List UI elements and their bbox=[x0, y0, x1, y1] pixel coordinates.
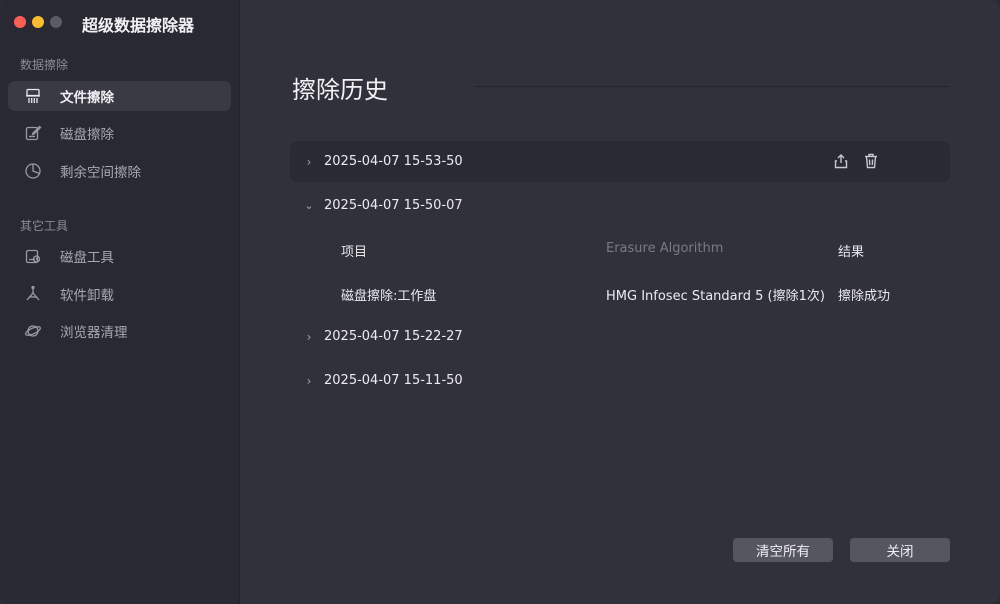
column-header-algorithm: Erasure Algorithm bbox=[606, 241, 724, 256]
row-actions bbox=[832, 152, 880, 174]
sidebar-item-disk-erase[interactable]: 磁盘擦除 bbox=[8, 118, 231, 148]
section-label-data-erase: 数据擦除 bbox=[20, 58, 69, 72]
app-title: 超级数据擦除器 bbox=[82, 16, 195, 35]
close-window-button[interactable] bbox=[14, 16, 26, 28]
detail-item-cell: 磁盘擦除:工作盘 bbox=[341, 289, 437, 304]
history-date: 2025-04-07 15-50-07 bbox=[324, 198, 463, 213]
detail-result-cell: 擦除成功 bbox=[838, 289, 891, 304]
disk-tool-icon bbox=[23, 246, 43, 266]
chevron-right-icon[interactable]: › bbox=[304, 374, 314, 388]
sidebar-item-file-erase[interactable]: 文件擦除 bbox=[8, 81, 231, 111]
column-header-item: 项目 bbox=[341, 245, 368, 260]
chevron-down-icon[interactable]: ⌄ bbox=[304, 199, 314, 212]
shredder-icon bbox=[23, 86, 43, 106]
chevron-right-icon[interactable]: › bbox=[304, 330, 314, 344]
section-label-other-tools: 其它工具 bbox=[20, 219, 69, 233]
sidebar-item-disk-tools[interactable]: 磁盘工具 bbox=[8, 241, 231, 271]
history-date: 2025-04-07 15-22-27 bbox=[324, 329, 463, 344]
history-date: 2025-04-07 15-11-50 bbox=[324, 373, 463, 388]
chevron-right-icon[interactable]: › bbox=[304, 155, 314, 169]
sidebar: 超级数据擦除器 数据擦除 文件擦除 磁盘擦除 剩余空间擦除 其它工具 磁盘工具 … bbox=[0, 0, 240, 604]
sidebar-item-free-space-erase[interactable]: 剩余空间擦除 bbox=[8, 156, 231, 186]
sidebar-item-label: 浏览器清理 bbox=[60, 325, 128, 341]
sidebar-item-label: 文件擦除 bbox=[60, 90, 114, 106]
history-row[interactable]: › 2025-04-07 15-53-50 bbox=[290, 141, 950, 182]
pie-chart-icon bbox=[23, 161, 43, 181]
disk-erase-icon bbox=[23, 123, 43, 143]
sidebar-item-label: 剩余空间擦除 bbox=[60, 165, 141, 181]
trash-icon[interactable] bbox=[862, 152, 880, 174]
detail-algorithm-cell: HMG Infosec Standard 5 (擦除1次) bbox=[606, 289, 825, 304]
sidebar-item-label: 磁盘工具 bbox=[60, 250, 114, 266]
planet-icon bbox=[23, 321, 43, 341]
sidebar-item-label: 软件卸载 bbox=[60, 288, 114, 304]
uninstall-icon bbox=[23, 284, 43, 304]
close-button[interactable]: 关闭 bbox=[850, 538, 950, 562]
title-divider bbox=[474, 86, 950, 87]
column-header-result: 结果 bbox=[838, 245, 865, 260]
sidebar-item-browser-clean[interactable]: 浏览器清理 bbox=[8, 316, 231, 346]
sidebar-item-uninstall[interactable]: 软件卸载 bbox=[8, 279, 231, 309]
window-controls bbox=[14, 16, 62, 28]
history-row[interactable]: › 2025-04-07 15-22-27 bbox=[290, 316, 950, 357]
history-date: 2025-04-07 15-53-50 bbox=[324, 154, 463, 169]
minimize-window-button[interactable] bbox=[32, 16, 44, 28]
history-row[interactable]: › 2025-04-07 15-11-50 bbox=[290, 360, 950, 401]
share-export-icon[interactable] bbox=[832, 152, 850, 174]
zoom-window-button[interactable] bbox=[50, 16, 62, 28]
page-title: 擦除历史 bbox=[292, 76, 388, 104]
history-row-expanded[interactable]: ⌄ 2025-04-07 15-50-07 bbox=[290, 185, 950, 226]
clear-all-button[interactable]: 清空所有 bbox=[733, 538, 833, 562]
app-window: 超级数据擦除器 数据擦除 文件擦除 磁盘擦除 剩余空间擦除 其它工具 磁盘工具 … bbox=[0, 0, 1000, 604]
sidebar-item-label: 磁盘擦除 bbox=[60, 127, 114, 143]
